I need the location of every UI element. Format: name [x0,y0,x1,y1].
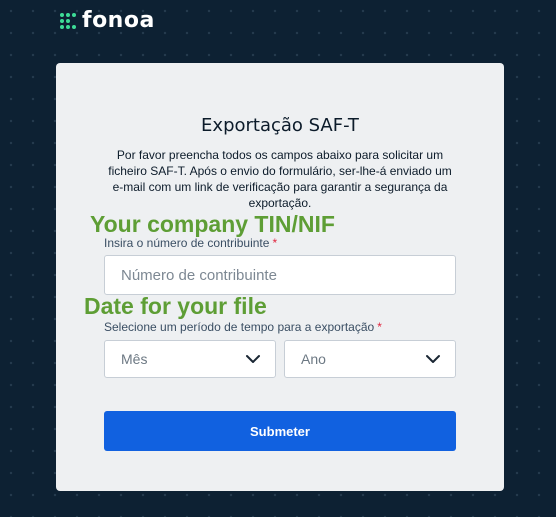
period-label-text: Selecione um período de tempo para a exp… [104,320,375,334]
year-select[interactable]: Ano [284,340,456,378]
chevron-down-icon [246,355,260,363]
tin-input[interactable] [104,255,456,295]
chevron-down-icon [426,355,440,363]
required-marker: * [272,236,278,250]
month-select[interactable]: Mês [104,340,276,378]
tin-annotation: Your company TIN/NIF [90,211,335,237]
tin-field-label: Insira o número de contribuinte * [104,236,277,250]
form-description: Por favor preencha todos os campos abaix… [108,148,452,210]
tin-label-text: Insira o número de contribuinte [104,236,270,250]
date-annotation: Date for your file [84,293,267,319]
brand-name: fonoa [82,8,155,33]
month-select-value: Mês [121,351,148,367]
year-select-value: Ano [301,351,326,367]
fonoa-logo[interactable]: fonoa [60,8,155,33]
submit-button[interactable]: Submeter [104,411,456,451]
fonoa-dots-logo-icon [60,12,76,29]
period-field-label: Selecione um período de tempo para a exp… [104,320,382,334]
page-title: Exportação SAF-T [201,115,359,136]
required-marker: * [377,320,382,334]
